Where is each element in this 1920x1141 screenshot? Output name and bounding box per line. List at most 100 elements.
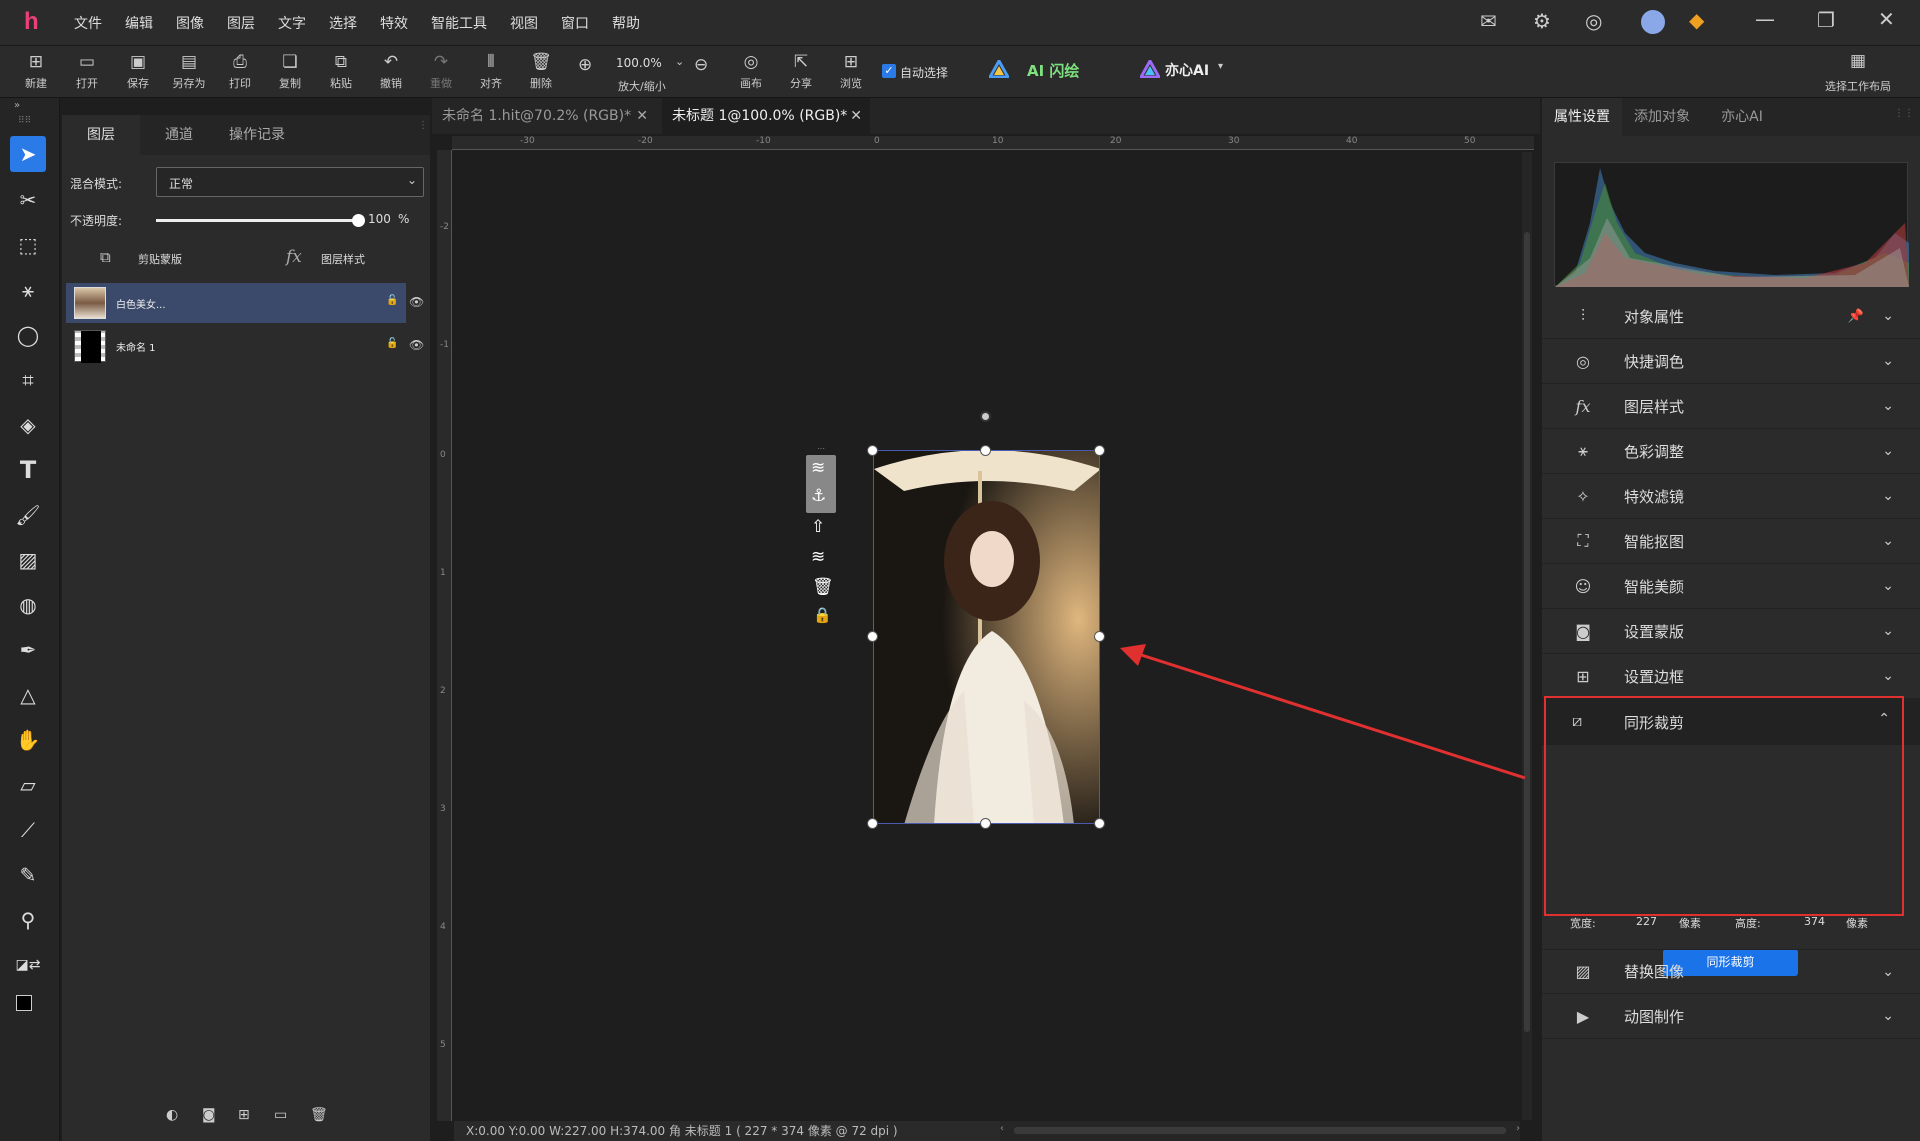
lasso-tool-icon[interactable]: ◯ xyxy=(10,317,46,353)
align-button[interactable]: ⫴ 对齐 xyxy=(466,51,516,91)
magic-wand-tool-icon[interactable]: ⚹ xyxy=(10,272,46,308)
ai-flash-button[interactable]: AI 闪绘 xyxy=(1027,60,1079,81)
resize-handle[interactable] xyxy=(1094,818,1105,829)
move-tool-icon[interactable]: ➤ xyxy=(10,136,46,172)
yixin-ai-dropdown-icon[interactable]: ▾ xyxy=(1218,61,1223,72)
avatar[interactable] xyxy=(1641,10,1665,34)
resize-handle[interactable] xyxy=(1094,445,1105,456)
close-icon[interactable]: ✕ xyxy=(1878,9,1895,29)
browse-button[interactable]: ⊞ 浏览 xyxy=(826,51,876,91)
add-mask-icon[interactable]: ◙ xyxy=(202,1107,216,1123)
paste-button[interactable]: ⧉ 粘贴 xyxy=(316,51,366,91)
menu-layer[interactable]: 图层 xyxy=(227,13,255,33)
layers-icon[interactable]: ≋ xyxy=(811,547,825,567)
delete-button[interactable]: 🗑 删除 xyxy=(516,51,566,91)
panel-section-object-properties[interactable]: ⫶ 对象属性 📌 ⌄ xyxy=(1542,294,1920,339)
trash-icon[interactable]: 🗑 xyxy=(812,577,834,597)
tab-yixin-ai[interactable]: 亦心AI xyxy=(1702,98,1782,136)
resize-handle[interactable] xyxy=(867,631,878,642)
panel-section-quick-color[interactable]: ◎ 快捷调色 ⌄ xyxy=(1542,339,1920,384)
redo-button[interactable]: ↷ 重做 xyxy=(416,51,466,91)
mini-toolbar-grip-icon[interactable]: ⋯ xyxy=(806,444,836,453)
new-group-icon[interactable]: ▭ xyxy=(274,1107,287,1123)
layer-style-label[interactable]: 图层样式 xyxy=(321,251,365,267)
move-up-icon[interactable]: ⇧ xyxy=(811,517,825,537)
clip-mask-icon[interactable]: ⧉ xyxy=(100,248,111,266)
hand-tool-icon[interactable]: ✋ xyxy=(10,722,46,758)
restore-icon[interactable]: ❐ xyxy=(1817,10,1835,30)
tab-layers[interactable]: 图层 xyxy=(62,115,140,155)
resize-handle[interactable] xyxy=(980,445,991,456)
menu-window[interactable]: 窗口 xyxy=(561,13,589,33)
canvas-button[interactable]: ◎ 画布 xyxy=(726,51,776,91)
shape-tool-icon[interactable]: △ xyxy=(10,677,46,713)
transform-tool-icon[interactable]: ✂ xyxy=(10,182,46,218)
save-as-button[interactable]: ▤ 另存为 xyxy=(164,51,214,91)
horizontal-scrollbar[interactable]: ‹ › xyxy=(1000,1121,1520,1141)
delete-layer-icon[interactable]: 🗑 xyxy=(310,1107,328,1123)
panel-section-set-border[interactable]: ⊞ 设置边框 ⌄ xyxy=(1542,654,1920,699)
tab-history[interactable]: 操作记录 xyxy=(218,115,296,155)
retouch-brush-tool-icon[interactable]: ⟋ xyxy=(10,812,46,848)
scrollbar-thumb[interactable] xyxy=(1014,1127,1506,1134)
lock-icon[interactable]: 🔓 xyxy=(386,295,398,306)
height-value[interactable]: 374 xyxy=(1804,915,1825,928)
panel-section-color-adjust[interactable]: ⚹ 色彩调整 ⌄ xyxy=(1542,429,1920,474)
drag-grip-icon[interactable]: ⠿⠿ xyxy=(18,116,31,126)
swap-colors-icon[interactable]: ◪⇄ xyxy=(10,947,46,983)
open-button[interactable]: ▭ 打开 xyxy=(62,51,112,91)
panel-section-effects-filter[interactable]: ✧ 特效滤镜 ⌄ xyxy=(1542,474,1920,519)
resize-handle[interactable] xyxy=(867,445,878,456)
zoom-dropdown-icon[interactable]: ⌄ xyxy=(675,55,684,68)
resize-handle[interactable] xyxy=(867,818,878,829)
menu-image[interactable]: 图像 xyxy=(176,13,204,33)
panel-section-smart-cutout[interactable]: ⛶ 智能抠图 ⌄ xyxy=(1542,519,1920,564)
tab-channels[interactable]: 通道 xyxy=(140,115,218,155)
menu-view[interactable]: 视图 xyxy=(510,13,538,33)
layer-stack-icon[interactable]: ≋ xyxy=(811,458,825,478)
crop-tool-icon[interactable]: ⌗ xyxy=(10,362,46,398)
new-layer-icon[interactable]: ⊞ xyxy=(238,1107,250,1123)
minimize-icon[interactable]: — xyxy=(1755,9,1775,29)
zoom-in-icon[interactable]: ⊕ xyxy=(578,55,592,75)
zoom-out-icon[interactable]: ⊖ xyxy=(694,55,708,75)
settings-icon[interactable]: ⚙ xyxy=(1533,11,1551,31)
resize-handle[interactable] xyxy=(1094,631,1105,642)
scrollbar-thumb[interactable] xyxy=(1524,232,1530,1032)
canvas-image[interactable] xyxy=(873,450,1100,824)
eyedropper-tool-icon[interactable]: ⚲ xyxy=(10,902,46,938)
lock-icon[interactable]: 🔓 xyxy=(386,338,398,349)
doc-tab-1[interactable]: 未命名 1.hit@70.2% (RGB)* ✕ xyxy=(432,98,658,134)
menu-help[interactable]: 帮助 xyxy=(612,13,640,33)
copy-button[interactable]: ❏ 复制 xyxy=(265,51,315,91)
scroll-right-icon[interactable]: › xyxy=(1516,1123,1520,1134)
panel-section-smart-beauty[interactable]: ☺ 智能美颜 ⌄ xyxy=(1542,564,1920,609)
new-button[interactable]: ⊞ 新建 xyxy=(11,51,61,91)
close-tab-icon[interactable]: ✕ xyxy=(850,98,862,134)
panel-section-set-mask[interactable]: ◙ 设置蒙版 ⌄ xyxy=(1542,609,1920,654)
menu-file[interactable]: 文件 xyxy=(74,13,102,33)
menu-smart-tools[interactable]: 智能工具 xyxy=(431,13,487,33)
layout-button[interactable]: 选择工作布局 xyxy=(1825,78,1891,94)
layout-icon[interactable]: ▦ xyxy=(1850,51,1866,71)
undo-button[interactable]: ↶ 撤销 xyxy=(366,51,416,91)
lock-icon[interactable]: 🔒 xyxy=(813,606,832,624)
adjustment-layer-icon[interactable]: ◐ xyxy=(166,1107,178,1123)
foreground-color-swatch[interactable] xyxy=(16,995,32,1011)
clip-mask-label[interactable]: 剪贴蒙版 xyxy=(138,251,182,267)
menu-select[interactable]: 选择 xyxy=(329,13,357,33)
mail-icon[interactable]: ✉ xyxy=(1480,11,1497,31)
fill-tool-icon[interactable]: ◈ xyxy=(10,407,46,443)
perspective-tool-icon[interactable]: ▱ xyxy=(10,767,46,803)
yixin-ai-button[interactable]: 亦心AI xyxy=(1165,60,1209,80)
auto-select-checkbox[interactable]: ✓ xyxy=(882,64,896,78)
expand-icon[interactable]: » xyxy=(14,100,20,111)
panel-section-replace-image[interactable]: ▨ 替换图像 ⌄ xyxy=(1542,949,1920,994)
vip-diamond-icon[interactable]: ◆ xyxy=(1689,10,1704,30)
scroll-left-icon[interactable]: ‹ xyxy=(1000,1123,1004,1134)
panel-grip-icon[interactable]: ⋮⋮ xyxy=(1894,108,1914,119)
tab-properties[interactable]: 属性设置 xyxy=(1542,98,1622,136)
clone-tool-icon[interactable]: ◍ xyxy=(10,587,46,623)
color-pen-tool-icon[interactable]: ✎ xyxy=(10,857,46,893)
brush-tool-icon[interactable]: 🖌 xyxy=(10,497,46,533)
